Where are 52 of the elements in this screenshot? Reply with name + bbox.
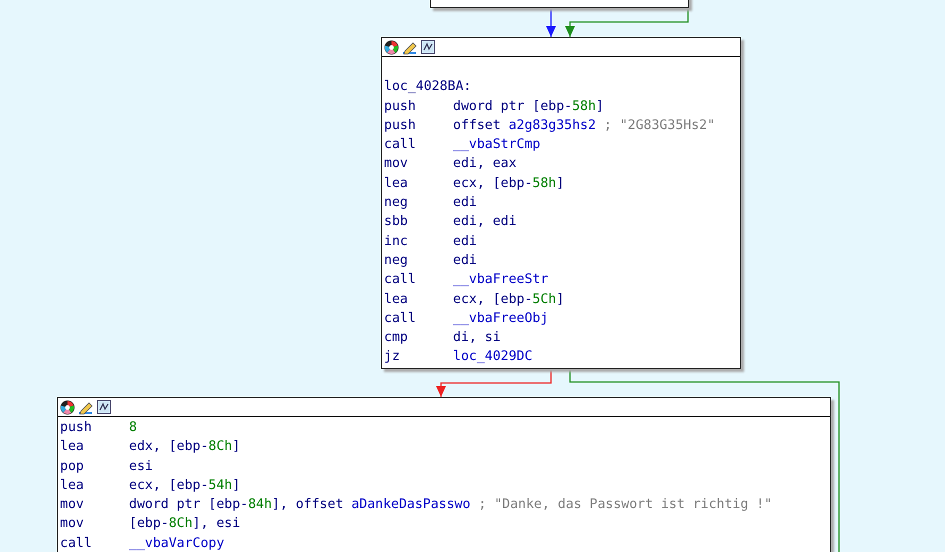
instruction-operand: [ebp-8Ch], esi: [129, 515, 240, 534]
instruction-operand: edi: [453, 252, 477, 270]
instruction-operand: di, si: [453, 329, 501, 348]
instruction-mnemonic: push: [384, 116, 417, 135]
instruction-operand: 8: [129, 419, 137, 437]
instruction-mnemonic: inc: [384, 232, 409, 251]
instruction-operand: __vbaFreeObj: [453, 310, 548, 328]
instruction-mnemonic: mov: [60, 515, 85, 534]
instruction-operand: edi, eax: [453, 155, 517, 174]
code-comment: ; "2G83G35Hs2": [604, 116, 716, 135]
graph-node[interactable]: push 8 lea edx, [ebp-8Ch] pop esi lea ecx, [ebp-54h] mov dword ptr [ebp-84h], offset aDankeDasPasswo ; "Danke, das Passwort ist richtig !" mov [ebp-8Ch], esi call __vbaVarCopy: [57, 397, 831, 552]
pencil-icon[interactable]: [78, 400, 94, 414]
instruction-mnemonic: call: [384, 271, 417, 290]
instruction-mnemonic: lea: [60, 438, 85, 456]
instruction-mnemonic: lea: [384, 290, 409, 309]
instruction-mnemonic: mov: [384, 155, 409, 174]
instruction-mnemonic: call: [384, 136, 417, 154]
code-comment: ; "Danke, das Passwort ist richtig !": [478, 496, 772, 514]
instruction-mnemonic: cmp: [384, 329, 409, 348]
instruction-mnemonic: lea: [60, 476, 85, 495]
pencil-icon[interactable]: [402, 40, 418, 54]
instruction-operand: esi: [129, 458, 153, 476]
instruction-mnemonic: jz: [384, 348, 401, 366]
instruction-mnemonic: neg: [384, 194, 409, 212]
instruction-mnemonic: push: [384, 98, 417, 116]
instruction-mnemonic: neg: [384, 252, 409, 270]
instruction-operand: edx, [ebp-8Ch]: [129, 438, 240, 456]
color-wheel-icon[interactable]: [384, 40, 399, 54]
instruction-mnemonic: mov: [60, 496, 85, 514]
instruction-operand: dword ptr [ebp-58h]: [453, 98, 604, 116]
instruction-operand: __vbaStrCmp: [453, 136, 540, 154]
instruction-mnemonic: push: [60, 419, 93, 437]
instruction-mnemonic: call: [60, 534, 93, 552]
instruction-mnemonic: pop: [60, 458, 85, 476]
instruction-mnemonic: lea: [384, 174, 409, 193]
instruction-operand: loc_4029DC: [453, 348, 532, 366]
instruction-operand: edi, edi: [453, 213, 517, 232]
code-label: loc_4028BA:: [384, 78, 472, 96]
instruction-operand: ecx, [ebp-54h]: [129, 476, 240, 495]
instruction-operand: ecx, [ebp-5Ch]: [453, 290, 564, 309]
instruction-operand: offset a2g83g35hs2: [453, 116, 596, 135]
instruction-operand: __vbaFreeStr: [453, 271, 548, 290]
graph-node[interactable]: [381, 37, 741, 369]
instruction-mnemonic: call: [384, 310, 417, 328]
instruction-operand: edi: [453, 232, 477, 251]
color-wheel-icon[interactable]: [60, 400, 75, 414]
instruction-operand: __vbaVarCopy: [129, 534, 224, 552]
instruction-operand: ecx, [ebp-58h]: [453, 174, 564, 193]
instruction-operand: dword ptr [ebp-84h], offset aDankeDasPasswo: [129, 496, 470, 514]
instruction-operand: edi: [453, 194, 477, 212]
edge-arrow: [546, 8, 556, 37]
instruction-mnemonic: sbb: [384, 213, 409, 232]
